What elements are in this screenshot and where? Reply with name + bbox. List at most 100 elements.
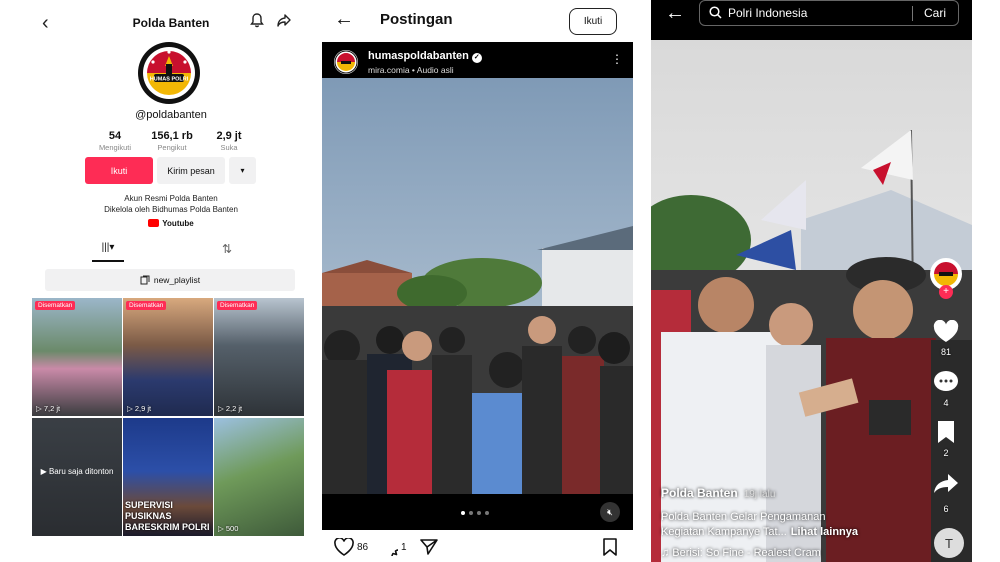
search-input[interactable]: Polri Indonesia — [728, 6, 807, 20]
recently-watched-text: Baru saja ditonton — [48, 467, 114, 476]
text-tool-icon[interactable]: T — [934, 528, 964, 558]
caption-line: Polda Banten Gelar Pengamanan — [661, 511, 826, 523]
send-icon[interactable] — [420, 538, 438, 556]
profile-title: Polda Banten — [132, 16, 210, 30]
follow-plus-icon[interactable]: + — [939, 285, 953, 299]
youtube-link[interactable]: Youtube — [32, 219, 310, 228]
view-count-value: 7,2 jt — [43, 404, 61, 413]
post-header-bar: ← Postingan Ikuti — [322, 0, 633, 42]
view-count-value: 2,9 jt — [134, 404, 152, 413]
search-submit-button[interactable]: Cari — [924, 6, 946, 20]
back-arrow-icon[interactable]: ← — [665, 2, 685, 25]
caption-line: Kegiatan Kampanye Tat... — [661, 526, 787, 538]
music-info[interactable]: ♫ Berisi: So Fine - Realest Cram — [661, 547, 821, 559]
media-control-bar: 🔇︎ — [322, 494, 633, 530]
crowd-video — [651, 40, 972, 562]
comment-icon[interactable] — [933, 370, 959, 394]
view-count: ▷ 2,9 jt — [127, 404, 152, 413]
view-count-value: 2,2 jt — [225, 404, 243, 413]
video-frame[interactable] — [651, 40, 972, 562]
comment-count: 4 — [943, 398, 949, 408]
bio-line: Akun Resmi Polda Banten — [124, 194, 218, 203]
recently-watched-label: ▶ Baru saja ditonton — [40, 467, 114, 476]
post-author-bar: humaspoldabanten ✓ mira.comia • Audio asl… — [322, 42, 633, 78]
playlist-label: new_playlist — [153, 275, 201, 285]
comment-count: 1 — [401, 541, 407, 553]
police-logo — [334, 50, 358, 74]
video-thumbnail[interactable]: ▷ 500 — [214, 418, 304, 536]
like-count: 81 — [940, 347, 951, 357]
view-count: ▷ 7,2 jt — [36, 404, 61, 413]
view-count: ▷ 2,2 jt — [218, 404, 243, 413]
video-thumbnail[interactable]: Disematkan ▷ 7,2 jt — [32, 298, 122, 416]
profile-header: ‹ Polda Banten — [32, 8, 310, 36]
search-header: ← Polri Indonesia Cari — [651, 0, 972, 40]
carousel-indicator — [461, 511, 489, 515]
post-time: 19j lalu — [743, 489, 776, 500]
stat-value: 2,9 jt — [216, 130, 242, 142]
post-subtitle[interactable]: mira.comia • Audio asli — [368, 65, 454, 75]
pinned-badge: Disematkan — [35, 301, 76, 310]
creator-name-text: Polda Banten — [661, 486, 738, 500]
share-count: 6 — [943, 504, 949, 514]
mute-icon[interactable]: 🔇︎ — [600, 502, 620, 522]
playlist-icon — [140, 275, 150, 285]
bell-icon[interactable] — [249, 12, 265, 28]
profile-handle: @poldabanten — [135, 109, 207, 121]
view-count: ▷ 500 — [218, 524, 239, 533]
video-thumbnail[interactable]: Disematkan ▷ 2,9 jt — [123, 298, 213, 416]
more-options-icon[interactable]: ⋮ — [611, 52, 623, 66]
follow-button[interactable]: Ikuti — [85, 157, 153, 184]
carousel-dot — [461, 511, 465, 515]
video-grid: Disematkan ▷ 7,2 jt Disematkan ▷ 2,9 jt … — [32, 298, 310, 536]
stat-followers[interactable]: 156,1 rb Pengikut — [144, 130, 200, 152]
video-thumbnail[interactable]: ▶ Baru saja ditonton — [32, 418, 122, 536]
share-icon[interactable] — [933, 472, 959, 494]
search-icon — [709, 6, 722, 19]
tab-videos-grid-icon[interactable]: |||▾ — [92, 242, 124, 253]
profile-stats: 54 Mengikuti 156,1 rb Pengikut 2,9 jt Suka — [87, 130, 257, 152]
thumbnail-caption: SUPERVISI PUSIKNAS BARESKRIM POLRI — [125, 500, 210, 532]
author-avatar[interactable] — [334, 50, 358, 74]
playlist-chip[interactable]: new_playlist — [45, 269, 295, 291]
profile-avatar[interactable]: HUMAS POLRI — [138, 42, 200, 104]
share-icon[interactable] — [276, 12, 292, 28]
bookmark-icon[interactable] — [936, 420, 956, 444]
heart-icon — [334, 538, 354, 556]
search-bar[interactable]: Polri Indonesia Cari — [699, 0, 959, 26]
save-count: 2 — [943, 448, 949, 458]
video-thumbnail[interactable]: SUPERVISI PUSIKNAS BARESKRIM POLRI — [123, 418, 213, 536]
video-caption: Polda Banten Gelar Pengamanan Kegiatan K… — [661, 510, 921, 540]
message-button[interactable]: Kirim pesan — [157, 157, 225, 184]
stat-value: 54 — [108, 130, 122, 142]
profile-actions: Ikuti Kirim pesan ▾ — [85, 157, 256, 184]
video-thumbnail[interactable]: Disematkan ▷ 2,2 jt — [214, 298, 304, 416]
bio-line: Dikelola oleh Bidhumas Polda Banten — [104, 205, 238, 214]
profile-tabs: |||▾ ⇅ — [32, 240, 310, 264]
back-arrow-icon[interactable]: ← — [334, 8, 354, 31]
comment-icon — [391, 549, 398, 556]
like-count: 86 — [357, 541, 369, 553]
see-more-link[interactable]: Lihat lainnya — [791, 526, 858, 538]
author-username[interactable]: humaspoldabanten ✓ — [368, 50, 482, 63]
more-options-button[interactable]: ▾ — [229, 157, 256, 184]
instagram-post-panel: ← Postingan Ikuti humaspoldabanten ✓ mira… — [322, 0, 633, 562]
comment-button[interactable]: 1 — [380, 538, 407, 556]
post-actions: 86 1 — [322, 532, 633, 562]
stat-following[interactable]: 54 Mengikuti — [87, 130, 143, 152]
carousel-dot — [469, 511, 473, 515]
logo-text: HUMAS POLRI — [150, 77, 189, 83]
verified-badge-icon: ✓ — [471, 53, 482, 63]
pinned-badge: Disematkan — [217, 301, 258, 310]
tiktok-video-panel: ← Polri Indonesia Cari + 81 4 2 6 Polda … — [651, 0, 972, 562]
follow-button[interactable]: Ikuti — [569, 8, 617, 35]
post-photo[interactable] — [322, 78, 633, 496]
heart-icon[interactable] — [933, 320, 959, 344]
view-count-value: 500 — [225, 524, 239, 533]
like-button[interactable]: 86 — [334, 538, 368, 556]
bookmark-icon[interactable] — [602, 538, 618, 556]
search-divider — [912, 6, 913, 21]
stat-likes: 2,9 jt Suka — [201, 130, 257, 152]
creator-name[interactable]: Polda Banten 19j lalu — [661, 486, 775, 500]
tab-repost-icon[interactable]: ⇅ — [222, 242, 232, 256]
